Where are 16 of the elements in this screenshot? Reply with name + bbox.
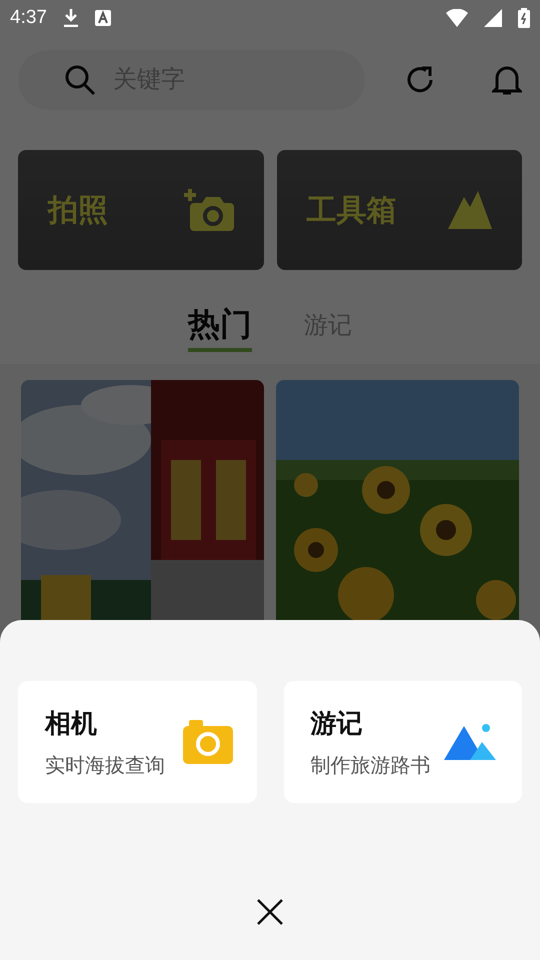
tab[interactable]: 热门 — [188, 300, 252, 352]
mountain-icon — [444, 722, 498, 762]
battery-icon — [518, 8, 530, 28]
wifi-icon — [446, 9, 468, 27]
option-card[interactable]: 游记 制作旅游路书 — [284, 681, 522, 803]
mountain-icon — [448, 191, 492, 229]
bell-icon[interactable] — [492, 64, 522, 96]
camera-icon — [184, 187, 234, 233]
signal-icon — [484, 9, 502, 27]
search-icon — [64, 64, 96, 96]
status-time: 4:37 — [10, 6, 47, 30]
option-card[interactable]: 相机 实时海拔查询 — [18, 681, 256, 803]
camera-icon — [182, 720, 232, 764]
app-icon — [94, 10, 111, 26]
close-icon[interactable] — [257, 899, 283, 925]
download-icon — [62, 9, 79, 27]
